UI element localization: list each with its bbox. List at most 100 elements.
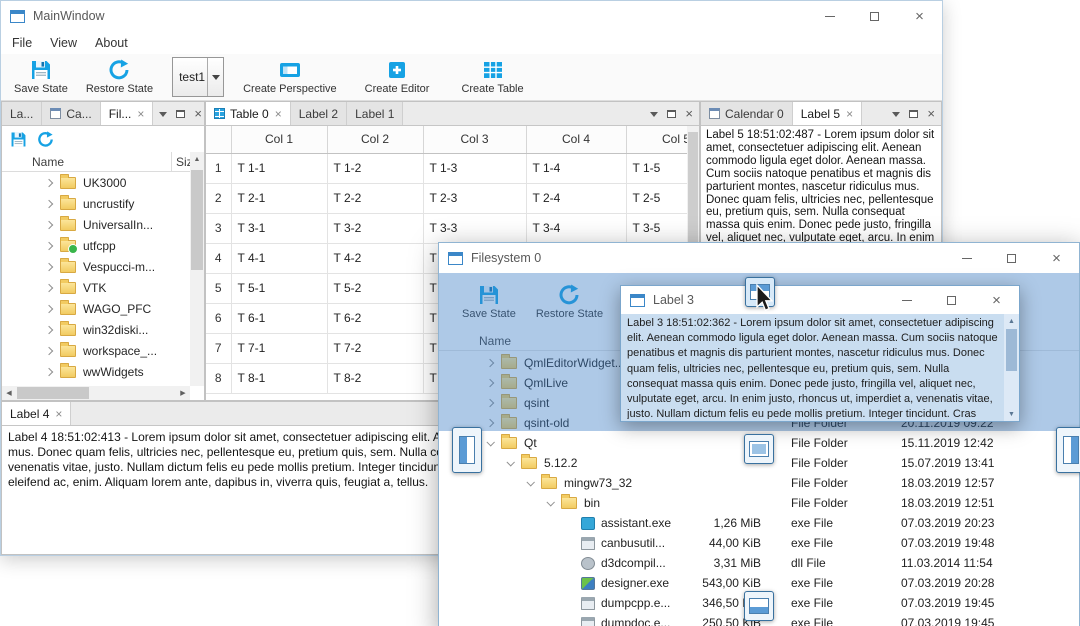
combobox-dropdown-button[interactable]: [207, 58, 223, 96]
tree-item[interactable]: wwWidgets: [2, 361, 190, 382]
label3-titlebar[interactable]: Label 3 ×: [621, 286, 1019, 314]
file-row[interactable]: canbusutil... 44,00 KiB exe File 07.03.2019…: [439, 533, 1079, 553]
dock-indicator-bottom-icon[interactable]: [744, 591, 774, 621]
table-row[interactable]: 3T 3-1 T 3-2 T 3-3 T 3-4 T 3-5: [206, 213, 687, 244]
table-row[interactable]: 1T 1-1 T 1-2 T 1-3 T 1-4 T 1-5: [206, 153, 687, 184]
dock-close-icon[interactable]: ×: [194, 107, 202, 120]
column-header[interactable]: Col 2: [327, 126, 424, 154]
close-button[interactable]: ×: [1034, 243, 1079, 273]
create-perspective-button[interactable]: Create Perspective: [234, 55, 346, 100]
dock-close-icon[interactable]: ×: [685, 107, 693, 120]
filesystem-titlebar[interactable]: Filesystem 0 ×: [439, 243, 1079, 273]
minimize-button[interactable]: [884, 286, 929, 314]
create-table-button[interactable]: Create Table: [452, 55, 532, 100]
expand-chevron-icon[interactable]: [506, 458, 521, 467]
scroll-up-icon[interactable]: ▲: [1004, 314, 1019, 328]
tree-item[interactable]: VTK: [2, 277, 190, 298]
menu-item-file[interactable]: File: [3, 36, 41, 50]
close-button[interactable]: ×: [897, 1, 942, 31]
main-window-titlebar[interactable]: MainWindow ×: [1, 1, 942, 31]
perspective-combobox[interactable]: test1: [172, 57, 225, 97]
column-header[interactable]: Col 1: [231, 126, 328, 154]
tab-close-icon[interactable]: ×: [275, 108, 282, 120]
menu-item-view[interactable]: View: [41, 36, 86, 50]
column-header[interactable]: Col 4: [526, 126, 627, 154]
menu-item-about[interactable]: About: [86, 36, 137, 50]
tree-item[interactable]: utfcpp: [2, 235, 190, 256]
save-icon[interactable]: [10, 131, 27, 148]
undock-icon[interactable]: [909, 109, 919, 118]
size-column-header[interactable]: Size: [176, 155, 190, 169]
scroll-left-icon[interactable]: ◀: [2, 386, 16, 400]
tab-fil[interactable]: Fil... ×: [100, 102, 154, 125]
dock-indicator-left-icon[interactable]: [452, 427, 482, 473]
expand-chevron-icon[interactable]: [44, 325, 60, 334]
tree-item[interactable]: workspace_...: [2, 340, 190, 361]
tree-item[interactable]: UniversalIn...: [2, 214, 190, 235]
scrollbar-thumb[interactable]: [17, 387, 89, 399]
scroll-up-icon[interactable]: ▲: [190, 152, 204, 166]
column-header[interactable]: Col 3: [423, 126, 527, 154]
vertical-scrollbar[interactable]: ▲ ▼: [1004, 314, 1019, 421]
column-header[interactable]: Col 5: [626, 126, 687, 154]
tab-la[interactable]: La...: [2, 102, 43, 125]
tab-ca[interactable]: Ca...: [42, 102, 101, 125]
maximize-button[interactable]: [929, 286, 974, 314]
tab-close-icon[interactable]: ×: [846, 108, 853, 120]
restore-state-button[interactable]: Restore State: [77, 55, 162, 100]
dock-indicator-right-icon[interactable]: [1056, 427, 1080, 473]
tab-menu-chevron-icon[interactable]: [650, 111, 659, 121]
minimize-button[interactable]: [944, 243, 989, 273]
file-row[interactable]: assistant.exe 1,26 MiB exe File 07.03.2019 …: [439, 513, 1079, 533]
tree-item[interactable]: UK3000: [2, 172, 190, 193]
horizontal-scrollbar[interactable]: ◀ ▶: [2, 386, 190, 400]
tree-item[interactable]: uncrustify: [2, 193, 190, 214]
close-button[interactable]: ×: [974, 286, 1019, 314]
undock-icon[interactable]: [667, 109, 677, 118]
tab-label-1[interactable]: Label 1: [347, 102, 404, 125]
tree-item[interactable]: WAGO_PFC: [2, 298, 190, 319]
tab-close-icon[interactable]: ×: [55, 408, 62, 420]
expand-chevron-icon[interactable]: [486, 438, 501, 447]
minimize-button[interactable]: [807, 1, 852, 31]
undock-icon[interactable]: [176, 109, 186, 118]
expand-chevron-icon[interactable]: [546, 498, 561, 507]
file-row[interactable]: designer.exe 543,00 KiB exe File 07.03.2019…: [439, 573, 1079, 593]
expand-chevron-icon[interactable]: [44, 283, 60, 292]
tree-item[interactable]: Vespucci-m...: [2, 256, 190, 277]
tab-menu-chevron-icon[interactable]: [159, 111, 168, 121]
dock-indicator-center-icon[interactable]: [744, 434, 774, 464]
file-row[interactable]: mingw73_32 File Folder 18.03.2019 12:57: [439, 473, 1079, 493]
tab-calendar-0[interactable]: Calendar 0: [701, 102, 793, 125]
tab-label-4[interactable]: Label 4 ×: [2, 402, 72, 425]
expand-chevron-icon[interactable]: [44, 346, 60, 355]
dock-close-icon[interactable]: ×: [927, 107, 935, 120]
row-number-header[interactable]: [206, 126, 232, 154]
tab-table-0[interactable]: Table 0 ×: [206, 102, 291, 125]
expand-chevron-icon[interactable]: [44, 241, 60, 250]
name-column-header[interactable]: Name: [32, 155, 64, 169]
file-row[interactable]: d3dcompil... 3,31 MiB dll File 11.03.2014 1…: [439, 553, 1079, 573]
expand-chevron-icon[interactable]: [44, 304, 60, 313]
tab-close-icon[interactable]: ×: [137, 108, 144, 120]
maximize-button[interactable]: [852, 1, 897, 31]
label3-window[interactable]: Label 3 × Label 3 18:51:02:362 - Lorem i…: [620, 285, 1020, 422]
save-state-button[interactable]: Save State: [5, 55, 77, 100]
tab-menu-chevron-icon[interactable]: [892, 111, 901, 121]
scroll-right-icon[interactable]: ▶: [176, 386, 190, 400]
maximize-button[interactable]: [989, 243, 1034, 273]
expand-chevron-icon[interactable]: [44, 220, 60, 229]
expand-chevron-icon[interactable]: [44, 367, 60, 376]
tab-label-2[interactable]: Label 2: [290, 102, 348, 125]
scrollbar-thumb[interactable]: [191, 170, 203, 270]
expand-chevron-icon[interactable]: [44, 262, 60, 271]
column-separator[interactable]: [171, 152, 172, 171]
expand-chevron-icon[interactable]: [44, 178, 60, 187]
create-editor-button[interactable]: Create Editor: [356, 55, 439, 100]
table-row[interactable]: 2T 2-1 T 2-2 T 2-3 T 2-4 T 2-5: [206, 183, 687, 214]
expand-chevron-icon[interactable]: [44, 199, 60, 208]
restore-icon[interactable]: [37, 130, 54, 148]
scroll-down-icon[interactable]: ▼: [1004, 407, 1019, 421]
tree-item[interactable]: win32diski...: [2, 319, 190, 340]
tree-column-header[interactable]: Name Size: [2, 152, 190, 172]
